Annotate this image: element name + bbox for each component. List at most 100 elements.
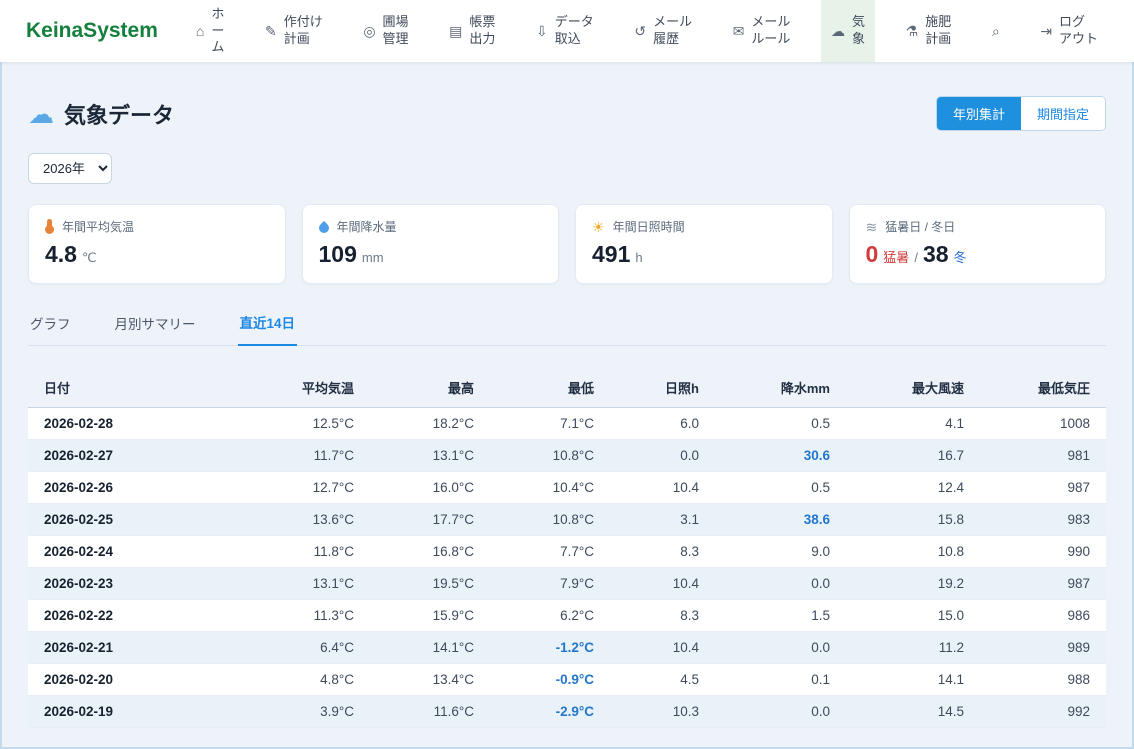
- app-header: KeinaSystem ⌂ ホ ー ム ✎作付け 計画 ◎圃場 管理 ▤帳票 出力 ⇩デー…: [0, 0, 1134, 62]
- nav-item-home[interactable]: ⌂ ホ ー ム: [186, 0, 234, 62]
- value-cell: 10.4: [610, 632, 715, 664]
- card-value: 491h: [592, 241, 816, 268]
- value-cell: 12.4: [846, 472, 980, 504]
- value-cell: 14.5: [846, 696, 980, 728]
- value-cell: 10.8°C: [490, 440, 610, 472]
- stat-card-rainfall: 年間降水量 109 mm: [302, 204, 560, 284]
- view-toggle: 年別集計期間指定: [936, 96, 1106, 131]
- value-cell: 13.1°C: [370, 440, 490, 472]
- value-cell: -2.9°C: [490, 696, 610, 728]
- value-cell: 19.5°C: [370, 568, 490, 600]
- tab-monthly-summary[interactable]: 月別サマリー: [113, 312, 198, 345]
- nav-item-data-import[interactable]: ⇩データ 取込: [526, 0, 604, 62]
- value-cell: 1008: [980, 408, 1106, 440]
- date-cell: 2026-02-28: [28, 408, 248, 440]
- search-icon: ⌕: [992, 24, 1000, 38]
- nav-item-planting-plan[interactable]: ✎作付け 計画: [255, 0, 333, 62]
- table-row: 2026-02-193.9°C11.6°C-2.9°C10.30.014.599…: [28, 696, 1106, 728]
- mail-icon: ✉: [733, 24, 745, 38]
- value-cell: 981: [980, 440, 1106, 472]
- value-cell: 992: [980, 696, 1106, 728]
- date-cell: 2026-02-19: [28, 696, 248, 728]
- value-cell: 10.8: [846, 536, 980, 568]
- column-header: 平均気温: [248, 368, 370, 408]
- brand-logo[interactable]: KeinaSystem: [26, 19, 158, 43]
- card-value: 0猛暑/38冬: [866, 241, 1090, 268]
- card-label: 年間降水量: [337, 218, 397, 235]
- nav-item-mail-rules[interactable]: ✉ メール ルール: [723, 0, 801, 62]
- card-value-seg: 38: [923, 241, 949, 268]
- column-header: 降水mm: [715, 368, 846, 408]
- date-cell: 2026-02-20: [28, 664, 248, 696]
- value-cell: 7.1°C: [490, 408, 610, 440]
- card-value-seg: /: [914, 250, 918, 265]
- value-cell: 14.1: [846, 664, 980, 696]
- nav-item-field-management[interactable]: ◎圃場 管理: [353, 0, 418, 62]
- value-cell: 10.8°C: [490, 504, 610, 536]
- card-label-row: 年間平均気温: [45, 218, 269, 235]
- location-icon: ◎: [363, 24, 375, 38]
- column-header: 最高: [370, 368, 490, 408]
- value-cell: 6.2°C: [490, 600, 610, 632]
- home-icon: ⌂: [196, 24, 204, 38]
- sun-icon: ☀: [592, 220, 605, 234]
- table-row: 2026-02-2612.7°C16.0°C10.4°C10.40.512.49…: [28, 472, 1106, 504]
- column-header: 最大風速: [846, 368, 980, 408]
- stat-cards: 年間平均気温4.8℃年間降水量109mm☀年間日照時間491h≋猛暑日 / 冬日…: [28, 204, 1106, 284]
- nav-item-search[interactable]: ⌕: [982, 0, 1010, 62]
- nav-item-weather[interactable]: ☁気 象: [821, 0, 875, 62]
- card-label-row: 年間降水量: [319, 218, 543, 235]
- tab-recent-14days[interactable]: 直近14日: [238, 312, 298, 346]
- card-value-seg: 109: [319, 241, 357, 268]
- nav-item-label: メール ルール: [751, 14, 790, 48]
- table-row: 2026-02-204.8°C13.4°C-0.9°C4.50.114.1988: [28, 664, 1106, 696]
- nav-item-report-output[interactable]: ▤帳票 出力: [439, 0, 505, 62]
- table-body: 2026-02-2812.5°C18.2°C7.1°C6.00.54.11008…: [28, 408, 1106, 728]
- value-cell: 11.8°C: [248, 536, 370, 568]
- value-cell: 7.7°C: [490, 536, 610, 568]
- value-cell: 0.5: [715, 472, 846, 504]
- toggle-period[interactable]: 期間指定: [1021, 97, 1105, 130]
- card-value-seg: mm: [362, 250, 384, 265]
- year-select[interactable]: 2026年: [28, 153, 112, 184]
- card-label: 年間日照時間: [613, 218, 685, 235]
- value-cell: 11.3°C: [248, 600, 370, 632]
- nav-item-mail-history[interactable]: ↺メール 履歴: [624, 0, 702, 62]
- column-header: 日照h: [610, 368, 715, 408]
- nav-item-fertilizer-plan[interactable]: ⚗施肥 計画: [896, 0, 962, 62]
- value-cell: 10.4: [610, 472, 715, 504]
- document-icon: ▤: [449, 24, 462, 38]
- value-cell: 989: [980, 632, 1106, 664]
- tab-graph[interactable]: グラフ: [28, 312, 73, 345]
- value-cell: 19.2: [846, 568, 980, 600]
- stat-card-hot-cold-days: ≋猛暑日 / 冬日0猛暑/38冬: [849, 204, 1107, 284]
- card-label: 猛暑日 / 冬日: [885, 218, 955, 235]
- table-row: 2026-02-2711.7°C13.1°C10.8°C0.030.616.79…: [28, 440, 1106, 472]
- value-cell: 13.4°C: [370, 664, 490, 696]
- table-wrap: 日付平均気温最高最低日照h降水mm最大風速最低気圧 2026-02-2812.5…: [28, 368, 1106, 728]
- value-cell: 8.3: [610, 536, 715, 568]
- nav-item-label: 作付け 計画: [284, 14, 323, 48]
- table-row: 2026-02-2513.6°C17.7°C10.8°C3.138.615.89…: [28, 504, 1106, 536]
- nav-item-label: メール 履歴: [653, 14, 692, 48]
- value-cell: 14.1°C: [370, 632, 490, 664]
- value-cell: 0.0: [715, 696, 846, 728]
- date-cell: 2026-02-23: [28, 568, 248, 600]
- table-row: 2026-02-216.4°C14.1°C-1.2°C10.40.011.298…: [28, 632, 1106, 664]
- thermometer-icon: [47, 219, 52, 231]
- value-cell: 4.8°C: [248, 664, 370, 696]
- card-label: 年間平均気温: [62, 218, 134, 235]
- column-header: 日付: [28, 368, 248, 408]
- value-cell: 10.3: [610, 696, 715, 728]
- toggle-yearly[interactable]: 年別集計: [937, 97, 1021, 130]
- table-row: 2026-02-2211.3°C15.9°C6.2°C8.31.515.0986: [28, 600, 1106, 632]
- nav-item-label: ホ ー ム: [211, 6, 224, 57]
- value-cell: 987: [980, 568, 1106, 600]
- column-header: 最低: [490, 368, 610, 408]
- table-header-row: 日付平均気温最高最低日照h降水mm最大風速最低気圧: [28, 368, 1106, 408]
- date-cell: 2026-02-22: [28, 600, 248, 632]
- nav-item-label: 施肥 計画: [925, 14, 951, 48]
- nav-item-logout[interactable]: ⇥ログ アウト: [1030, 0, 1108, 62]
- value-cell: 16.7: [846, 440, 980, 472]
- nav-item-label: ログ アウト: [1059, 14, 1098, 48]
